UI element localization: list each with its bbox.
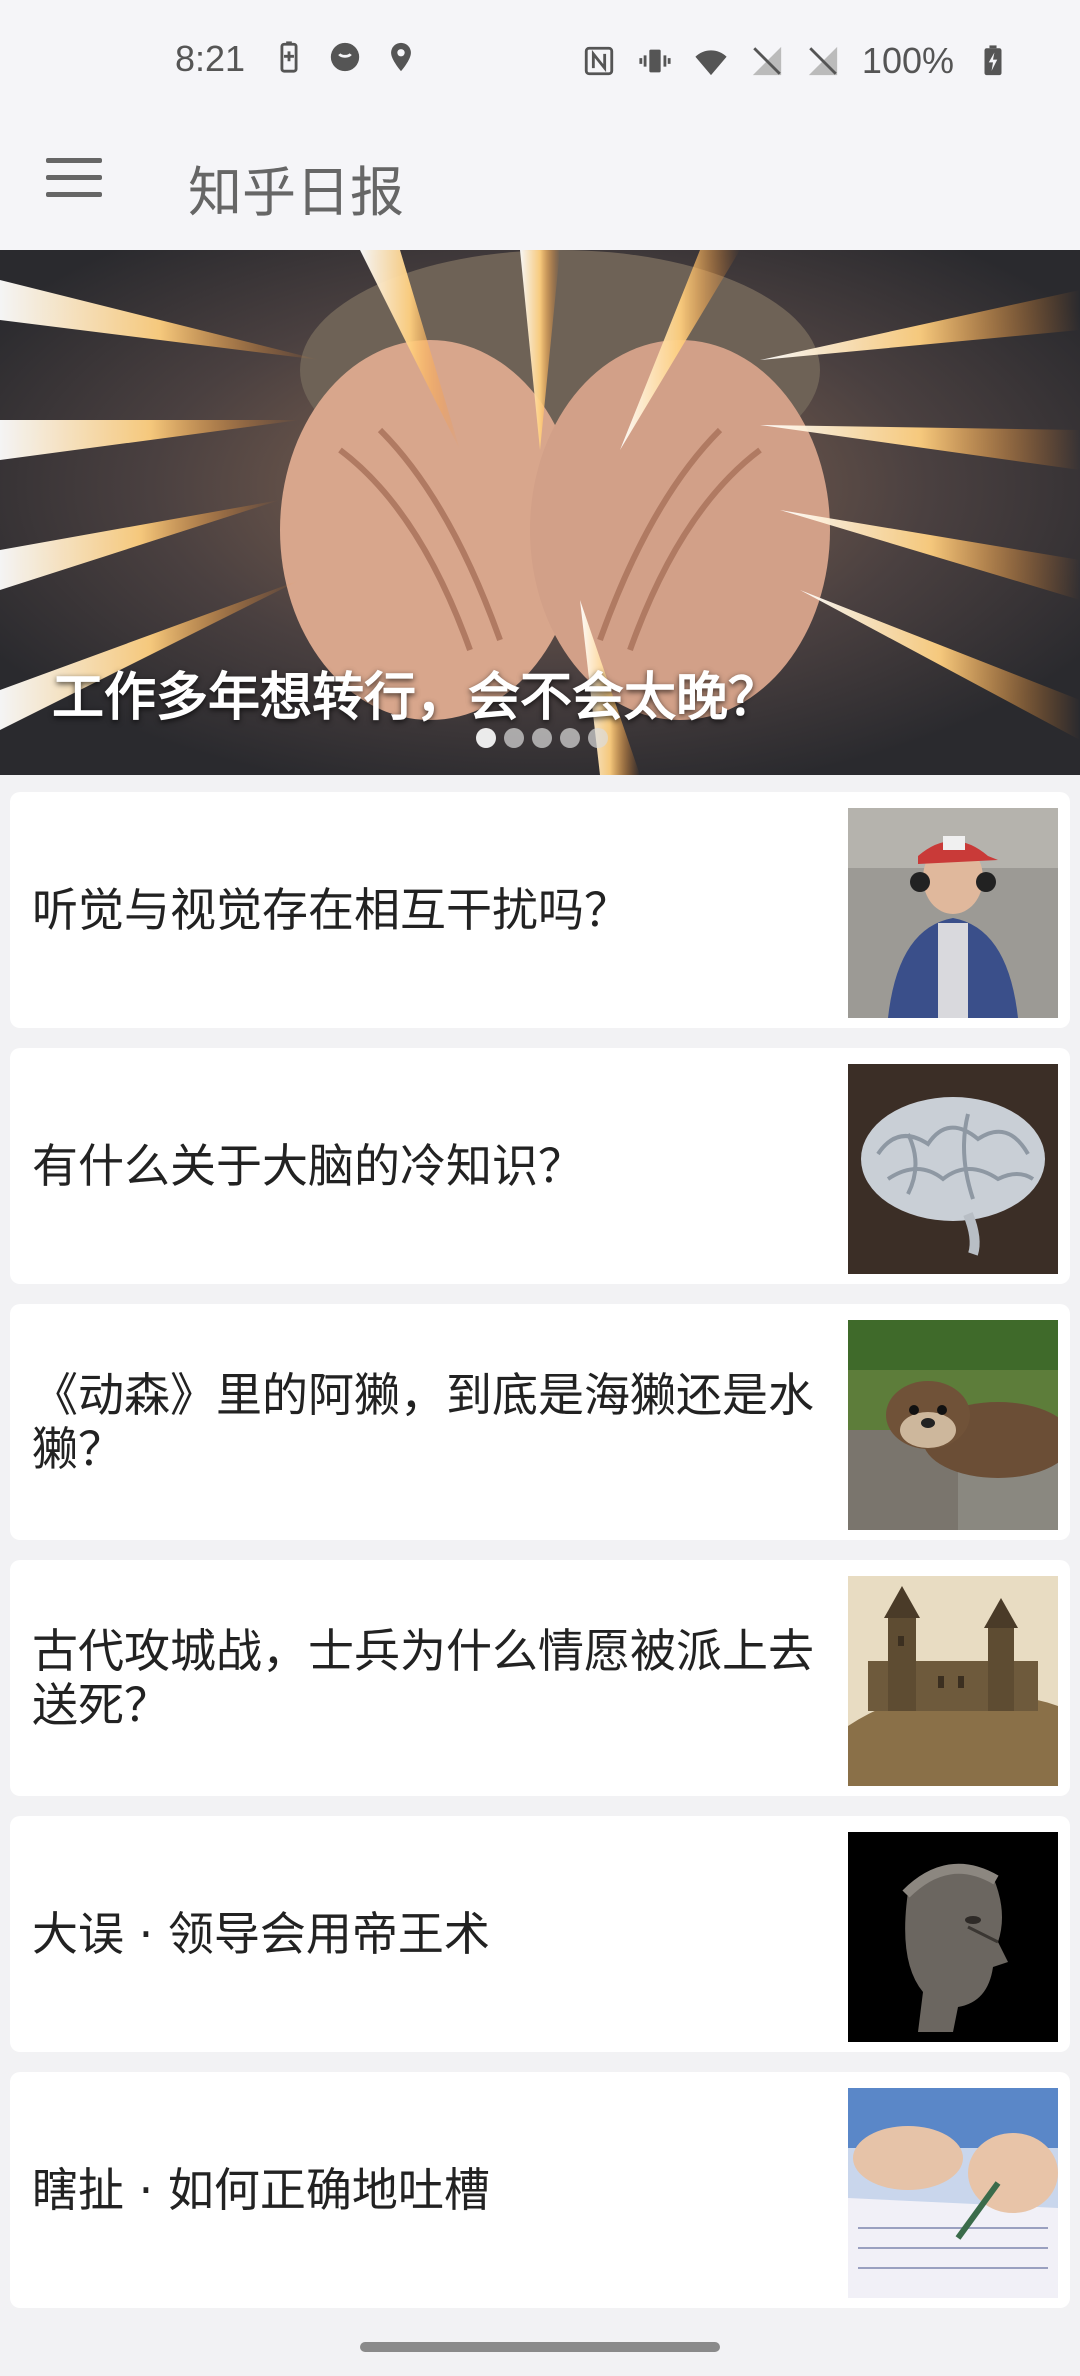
carousel-dot[interactable] — [532, 728, 552, 748]
battery-charging-icon — [984, 45, 1002, 76]
story-thumbnail — [848, 2088, 1058, 2298]
no-sim-icon — [808, 46, 838, 76]
castle-image — [848, 1576, 1058, 1786]
story-list: 听觉与视觉存在相互干扰吗？ 有什么关于大脑的冷知识？ 《动森》里的阿獭，到底是海… — [10, 792, 1070, 2328]
caesar-bust-image — [848, 1832, 1058, 2042]
no-sim-icon — [752, 46, 782, 76]
carousel-dot[interactable] — [588, 728, 608, 748]
vibrate-icon — [639, 49, 671, 73]
carousel-dot[interactable] — [504, 728, 524, 748]
brain-model-image — [848, 1064, 1058, 1274]
status-left-icons — [272, 40, 418, 74]
story-card[interactable]: 瞎扯 · 如何正确地吐槽 — [10, 2072, 1070, 2308]
story-card[interactable]: 听觉与视觉存在相互干扰吗？ — [10, 792, 1070, 1028]
hero-banner[interactable]: 工作多年想转行，会不会太晚？ — [0, 250, 1080, 775]
battery-percent: 100% — [861, 40, 954, 81]
story-card[interactable]: 有什么关于大脑的冷知识？ — [10, 1048, 1070, 1284]
story-card[interactable]: 《动森》里的阿獭，到底是海獭还是水獭？ — [10, 1304, 1070, 1540]
status-right-icons: 100% — [582, 40, 1010, 82]
story-thumbnail — [848, 1576, 1058, 1786]
story-title: 瞎扯 · 如何正确地吐槽 — [32, 2163, 490, 2217]
story-thumbnail — [848, 1832, 1058, 2042]
otter-image — [848, 1320, 1058, 1530]
status-bar: 8:21 100% — [0, 0, 1080, 110]
app-title: 知乎日报 — [188, 161, 404, 224]
carousel-indicator — [476, 728, 608, 748]
story-thumbnail — [848, 1064, 1058, 1274]
battery-saver-icon — [280, 41, 298, 73]
story-thumbnail — [848, 808, 1058, 1018]
story-title: 古代攻城战，士兵为什么情愿被派上去送死？ — [32, 1624, 814, 1732]
story-title: 大误 · 领导会用帝王术 — [32, 1907, 490, 1961]
nfc-icon — [584, 46, 614, 76]
boy-with-headphones-image — [848, 808, 1058, 1018]
story-title: 听觉与视觉存在相互干扰吗？ — [32, 883, 630, 937]
face-icon — [330, 42, 360, 72]
hamburger-menu-icon[interactable] — [46, 158, 102, 202]
location-icon — [391, 42, 411, 72]
hero-title: 工作多年想转行，会不会太晚？ — [52, 668, 781, 728]
carousel-dot[interactable] — [560, 728, 580, 748]
story-title: 有什么关于大脑的冷知识？ — [32, 1139, 584, 1193]
wifi-icon — [695, 50, 727, 76]
story-card[interactable]: 大误 · 领导会用帝王术 — [10, 1816, 1070, 2052]
carousel-dot[interactable] — [476, 728, 496, 748]
writing-hands-image — [848, 2088, 1058, 2298]
story-title: 《动森》里的阿獭，到底是海獭还是水獭？ — [32, 1368, 814, 1476]
app-bar: 知乎日报 — [0, 110, 1080, 250]
home-indicator[interactable] — [360, 2342, 720, 2352]
status-time: 8:21 — [175, 38, 246, 79]
story-card[interactable]: 古代攻城战，士兵为什么情愿被派上去送死？ — [10, 1560, 1070, 1796]
story-thumbnail — [848, 1320, 1058, 1530]
